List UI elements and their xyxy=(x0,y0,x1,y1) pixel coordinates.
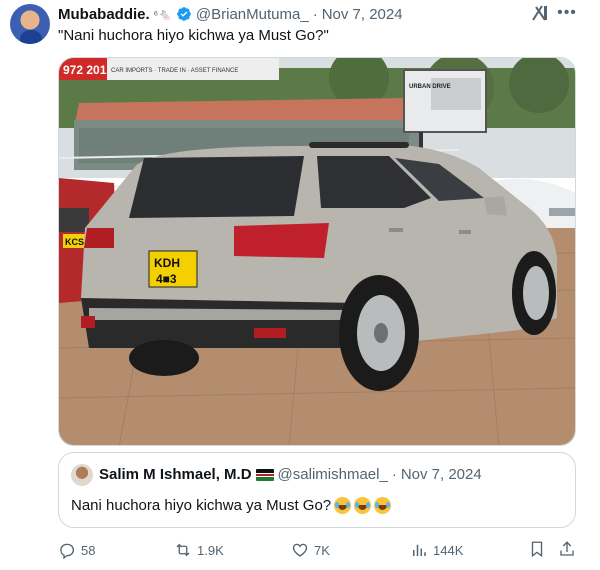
more-options-icon[interactable]: ••• xyxy=(557,3,577,23)
reply-icon xyxy=(60,543,75,559)
share-icon[interactable] xyxy=(558,540,576,558)
license-plate-line2: 4■3 xyxy=(156,272,177,286)
tweet-photo[interactable]: 972 201 CAR IMPORTS · TRADE IN · ASSET F… xyxy=(58,57,576,446)
author-handle[interactable]: @BrianMutuma_ xyxy=(196,6,309,23)
reply-button[interactable]: 58 xyxy=(58,539,95,561)
left-plate-text: KCS xyxy=(65,237,84,247)
quoted-author-display-name: Salim M Ishmael, M.D xyxy=(99,466,252,483)
like-button[interactable]: 7K xyxy=(291,539,330,561)
banner-sub-text: CAR IMPORTS · TRADE IN · ASSET FINANCE xyxy=(111,68,238,74)
tweet-date[interactable]: Nov 7, 2024 xyxy=(322,6,403,23)
kenya-flag-icon xyxy=(255,468,274,481)
header-separator: · xyxy=(312,5,318,23)
views-button[interactable]: 144K xyxy=(410,539,463,561)
laughing-tears-emoji-icon xyxy=(354,497,372,514)
action-bar: 58 1.9K 7K 144K xyxy=(58,539,578,561)
heart-icon xyxy=(292,543,308,557)
car-photo-illustration: 972 201 CAR IMPORTS · TRADE IN · ASSET F… xyxy=(59,58,575,445)
repost-button[interactable]: 1.9K xyxy=(174,539,224,561)
tweet: Mubabaddie. ⁶🐁 @BrianMutuma_ · Nov 7, 20… xyxy=(0,0,600,570)
quoted-tweet[interactable]: Salim M Ishmael, M.D @salimishmael_ · No… xyxy=(58,452,576,528)
repost-icon xyxy=(176,543,190,557)
repost-count: 1.9K xyxy=(197,542,224,558)
license-plate-line1: KDH xyxy=(154,256,180,270)
author-avatar[interactable] xyxy=(10,4,50,44)
banner-phone-text: 972 201 xyxy=(63,63,107,77)
quoted-tweet-date: Nov 7, 2024 xyxy=(400,466,482,483)
views-chart-icon xyxy=(413,544,426,556)
bookmark-icon[interactable] xyxy=(528,540,546,558)
like-count: 7K xyxy=(314,542,330,558)
billboard-text: URBAN DRIVE xyxy=(409,84,451,90)
reply-count: 58 xyxy=(81,542,96,558)
quoted-tweet-header: Salim M Ishmael, M.D @salimishmael_ · No… xyxy=(99,466,482,483)
tweet-text: "Nani huchora hiyo kichwa ya Must Go?" xyxy=(58,27,329,44)
quoted-author-handle: @salimishmael_ xyxy=(277,466,388,483)
grok-icon[interactable] xyxy=(530,3,550,23)
quoted-tweet-text: Nani huchora hiyo kichwa ya Must Go? xyxy=(71,497,332,514)
quoted-author-avatar xyxy=(71,464,93,486)
quoted-header-separator: · xyxy=(391,466,397,483)
views-count: 144K xyxy=(433,542,464,558)
quoted-tweet-text-row: Nani huchora hiyo kichwa ya Must Go? xyxy=(71,497,392,514)
author-display-name[interactable]: Mubabaddie. xyxy=(58,6,150,23)
author-name-suffix: ⁶🐁 xyxy=(153,8,172,21)
laughing-tears-emoji-icon xyxy=(334,497,352,514)
laughing-tears-emoji-icon xyxy=(374,497,392,514)
tweet-header: Mubabaddie. ⁶🐁 @BrianMutuma_ · Nov 7, 20… xyxy=(58,5,403,23)
verified-badge-icon xyxy=(177,7,191,21)
